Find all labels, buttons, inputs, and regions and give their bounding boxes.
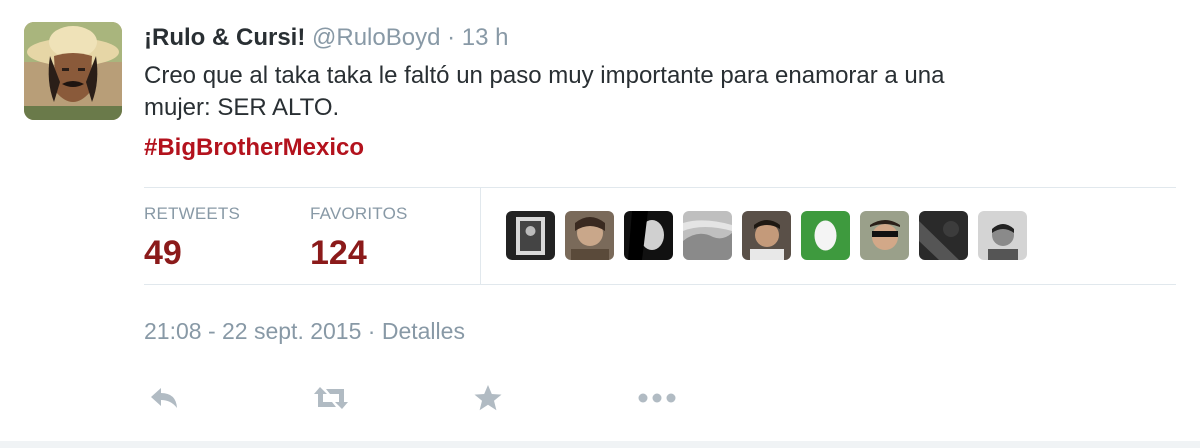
tweet-text-line-2: mujer: SER ALTO. [144, 94, 340, 121]
hashtag-link[interactable]: #BigBrotherMexico [144, 134, 364, 162]
author-avatar-image [24, 22, 122, 120]
more-button[interactable] [637, 378, 677, 418]
tweet-timestamp[interactable]: 21:08 - 22 sept. 2015 [144, 318, 361, 344]
tweet-timestamp-row: 21:08 - 22 sept. 2015 · Detalles [144, 318, 465, 345]
favorites-label: FAVORITOS [310, 204, 408, 223]
favoriter-avatar[interactable] [860, 211, 909, 260]
favorite-button[interactable] [468, 378, 508, 418]
author-display-name[interactable]: ¡Rulo & Cursi! [144, 24, 305, 51]
favoriter-avatar[interactable] [919, 211, 968, 260]
favoriter-avatar[interactable] [506, 211, 555, 260]
favoriters-list [506, 211, 1027, 260]
favoriter-avatar[interactable] [801, 211, 850, 260]
favoriter-avatar[interactable] [978, 211, 1027, 260]
favoriter-avatar[interactable] [742, 211, 791, 260]
stats-bottom-divider [144, 284, 1176, 285]
favoriter-avatar[interactable] [565, 211, 614, 260]
timestamp-separator: · [367, 318, 376, 344]
favoriter-avatar[interactable] [683, 211, 732, 260]
retweet-button[interactable] [311, 378, 351, 418]
tweet-actions [0, 378, 1200, 418]
favoriter-avatar[interactable] [624, 211, 673, 260]
tweet-text-line-1: Creo que al taka taka le faltó un paso m… [144, 62, 945, 89]
retweets-label: RETWEETS [144, 204, 241, 223]
stats-top-divider [144, 187, 1176, 188]
retweets-stat[interactable]: RETWEETS 49 [144, 204, 240, 273]
author-handle[interactable]: @RuloBoyd [312, 24, 440, 51]
retweets-count: 49 [144, 234, 182, 272]
stats-vertical-divider [480, 188, 481, 284]
favorites-stat[interactable]: FAVORITOS 124 [310, 204, 408, 273]
more-icon [638, 393, 676, 403]
favorites-count: 124 [310, 234, 367, 272]
header-separator: · [447, 24, 456, 51]
star-icon [474, 385, 502, 411]
details-link[interactable]: Detalles [382, 318, 465, 344]
author-avatar[interactable] [24, 22, 122, 120]
tweet-text: Creo que al taka taka le faltó un paso m… [144, 60, 1144, 124]
tweet-header: ¡Rulo & Cursi! @RuloBoyd · 13 h [144, 24, 509, 52]
reply-button[interactable] [144, 378, 184, 418]
tweet-time[interactable]: 13 h [462, 24, 509, 51]
tweet-bottom-border [0, 441, 1200, 448]
retweet-icon [314, 387, 348, 409]
reply-icon [151, 388, 177, 408]
